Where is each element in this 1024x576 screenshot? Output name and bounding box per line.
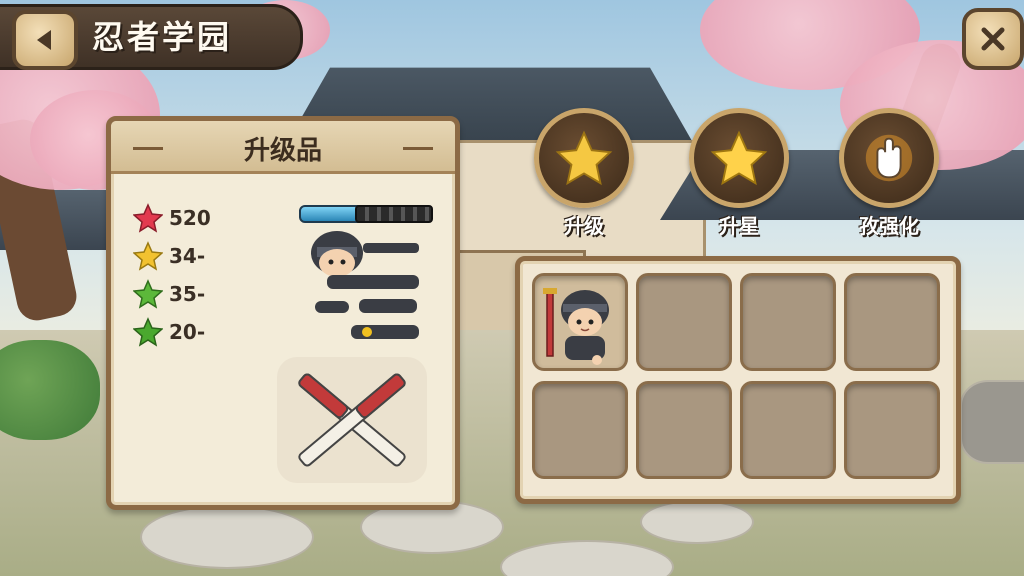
ninja-character-icon <box>543 288 609 365</box>
hand-icon <box>865 134 913 182</box>
skill-label: 孜强化 <box>859 214 919 238</box>
stepping-stone <box>140 505 314 569</box>
stat-value: 35- <box>169 282 206 306</box>
skill-circle <box>839 108 939 208</box>
back-arrow-icon <box>37 30 51 50</box>
inventory-slot[interactable] <box>740 273 836 371</box>
ninja-character-parts <box>311 231 419 339</box>
upgrade-panel-header: 升级品 <box>111 121 455 174</box>
inventory-panel <box>515 256 961 504</box>
stat-row: 35- <box>133 279 205 309</box>
crossed-swords-icon <box>298 373 406 467</box>
green-star-icon <box>133 279 163 309</box>
inventory-slot[interactable] <box>532 381 628 479</box>
rock <box>960 380 1024 464</box>
stat-row: 34- <box>133 241 205 271</box>
katana-hilt <box>355 205 433 223</box>
inventory-slot[interactable] <box>844 381 940 479</box>
inventory-slot[interactable] <box>532 273 628 371</box>
bush <box>0 340 100 440</box>
upgrade-panel: 升级品 520 34- 35- 20- <box>106 116 460 510</box>
skill-circle <box>534 108 634 208</box>
header-flourish <box>403 147 433 150</box>
star-up-button[interactable]: 升星 <box>689 108 789 238</box>
close-button[interactable] <box>962 8 1024 70</box>
page-title: 忍者学园 <box>92 18 233 56</box>
back-button[interactable] <box>12 10 78 70</box>
inventory-slot[interactable] <box>636 381 732 479</box>
close-icon <box>981 27 1005 51</box>
red-star-icon <box>133 203 163 233</box>
green-star-icon <box>133 317 163 347</box>
inventory-slot[interactable] <box>740 381 836 479</box>
stat-row: 20- <box>133 317 205 347</box>
upgrade-skill-button[interactable]: 升级 <box>534 108 634 238</box>
star-icon <box>710 130 768 186</box>
skill-circle <box>689 108 789 208</box>
inventory-slot[interactable] <box>636 273 732 371</box>
stat-value: 34- <box>169 244 206 268</box>
skill-label: 升星 <box>719 214 759 238</box>
stat-value: 520 <box>169 206 211 230</box>
inventory-slot[interactable] <box>844 273 940 371</box>
yellow-star-icon <box>133 241 163 271</box>
stat-value: 20- <box>169 320 206 344</box>
stat-row: 520 <box>133 203 211 233</box>
skill-label: 升级 <box>564 214 604 238</box>
star-icon <box>555 130 613 186</box>
crossed-swords-slot <box>277 357 427 483</box>
enhance-button[interactable]: 孜强化 <box>839 108 939 238</box>
stepping-stone <box>640 500 754 544</box>
